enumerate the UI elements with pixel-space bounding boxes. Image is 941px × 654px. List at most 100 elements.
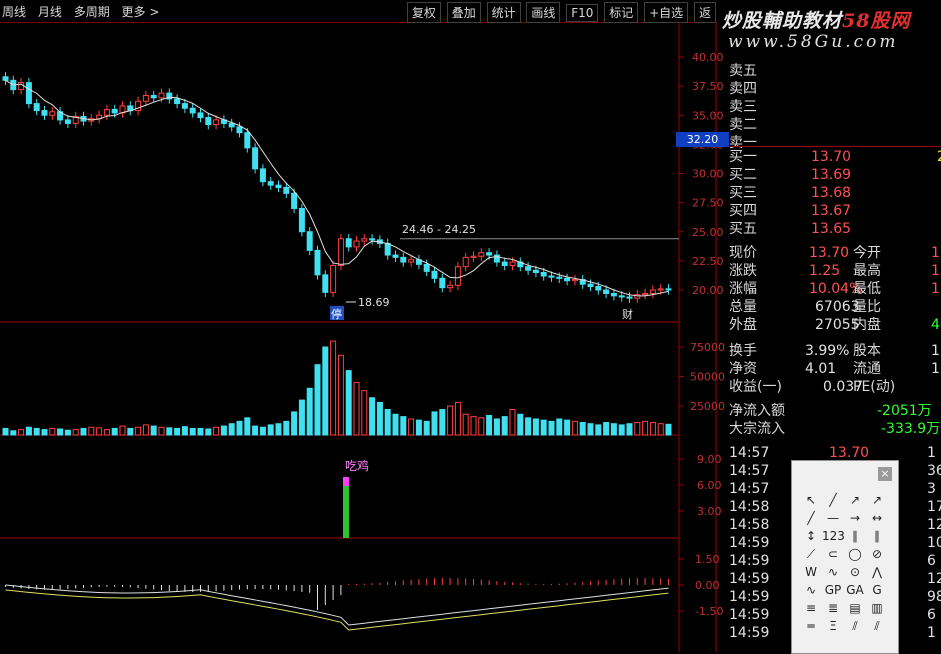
candle (158, 92, 165, 99)
draw-tools-grid: ↖ ╱ ↗ ↗ ╱ — → ↔ ↕ 123 ∥ ∥ ⟋ ⊂ ◯ ⊘ W ∿ ⊙ ⋀ ∿ GP GA G ≡ ≣ ▤ ▥ ═ Ξ ⫽ ⫽ (800, 491, 890, 635)
draw-tool-icon[interactable]: ╱ (800, 509, 822, 527)
candle (41, 110, 48, 116)
ind-tick-label: 9.00 (697, 453, 722, 466)
volume-bar (103, 429, 110, 436)
buy-row: 买五 13.65 (729, 221, 852, 237)
draw-tool-icon[interactable]: — (822, 509, 844, 527)
candle (64, 119, 71, 124)
volume-bar (415, 419, 422, 436)
volume-bar (361, 390, 368, 436)
stats-button[interactable]: 统计 (486, 2, 521, 23)
f10-button[interactable]: F10 (566, 4, 599, 22)
volume-bar (595, 424, 602, 436)
volume-bar (665, 423, 672, 436)
draw-tool-icon[interactable]: G (866, 581, 888, 599)
tab-monthly[interactable]: 月线 (38, 5, 62, 19)
buy-row: 买四 13.67 (729, 203, 852, 219)
tick-row: 14:59 6 (729, 553, 936, 569)
draw-tool-icon[interactable]: ∥ (844, 527, 866, 545)
draw-tool-icon[interactable]: ⫽ (844, 617, 866, 635)
volume-bar (228, 423, 235, 436)
draw-tool-icon[interactable]: → (844, 509, 866, 527)
draw-tool-icon[interactable]: ∥ (866, 527, 888, 545)
volume-bar (431, 411, 438, 436)
flow-row: 净流入额 -2051万 (729, 403, 932, 419)
tick-row: 14:59 12 (729, 571, 941, 587)
draw-tool-icon[interactable]: ⊙ (844, 563, 866, 581)
draw-tool-icon[interactable]: ↖ (800, 491, 822, 509)
flow-row: 大宗流入 -333.9万 (729, 421, 941, 437)
volume-bar (571, 420, 578, 436)
draw-tool-icon[interactable]: ⊘ (866, 545, 888, 563)
tick-row: 14:58176 (729, 499, 941, 515)
draw-tool-icon[interactable]: ↗ (844, 491, 866, 509)
draw-tool-icon[interactable]: ◯ (844, 545, 866, 563)
candle (244, 132, 251, 149)
price-tick-label: 35.00 (692, 109, 724, 122)
draw-tool-icon[interactable]: ▥ (866, 599, 888, 617)
draw-tool-icon[interactable]: ⊂ (822, 545, 844, 563)
draw-tool-icon[interactable]: ⫽ (866, 617, 888, 635)
volume-bar (439, 409, 446, 436)
draw-button[interactable]: 画线 (526, 2, 561, 23)
volume-bar (96, 427, 103, 436)
draw-tool-icon[interactable]: ═ (800, 617, 822, 635)
candlestick-series (2, 72, 672, 303)
tick-row: 14:59 1 (729, 625, 936, 641)
back-button[interactable]: 返 (693, 2, 716, 23)
add-favorite-button[interactable]: +自选 (644, 2, 689, 23)
draw-tool-icon[interactable]: GP (822, 581, 844, 599)
volume-bar (283, 420, 290, 436)
stat-row: 外盘27055内盘40 (729, 317, 941, 333)
volume-bar (49, 427, 56, 436)
volume-bar (579, 422, 586, 436)
candle (548, 275, 555, 278)
candle (642, 292, 649, 296)
tab-more[interactable]: 更多 > (122, 5, 160, 19)
tick-row: 14:59 98 (729, 589, 941, 605)
candle (181, 103, 188, 109)
draw-tool-icon[interactable]: GA (844, 581, 866, 599)
candle (306, 231, 313, 251)
volume-bar (618, 424, 625, 436)
mark-button[interactable]: 标记 (604, 2, 639, 23)
tab-multi-period[interactable]: 多周期 (74, 5, 110, 19)
draw-tool-icon[interactable]: ↔ (866, 509, 888, 527)
draw-tool-icon[interactable]: ⋀ (866, 563, 888, 581)
volume-bar (626, 423, 633, 436)
kline-chart[interactable]: 40.0037.5035.0032.5030.0027.5025.0022.50… (0, 22, 729, 652)
volume-bar (80, 427, 87, 436)
draw-tool-icon[interactable]: ↕ (800, 527, 822, 545)
volume-bar (314, 364, 321, 436)
draw-tool-icon[interactable]: ▤ (844, 599, 866, 617)
draw-tool-icon[interactable]: ╱ (822, 491, 844, 509)
adjust-button[interactable]: 复权 (406, 2, 441, 23)
candle (103, 108, 110, 116)
draw-tool-icon[interactable]: Ξ (822, 617, 844, 635)
draw-tool-icon[interactable]: W (800, 563, 822, 581)
draw-tool-icon[interactable]: ∿ (800, 581, 822, 599)
candle (454, 266, 461, 286)
candle (587, 283, 594, 288)
tick-row: 14:59 10 (729, 535, 941, 551)
volume-bar (267, 424, 274, 436)
candle (564, 277, 571, 282)
draw-tool-icon[interactable]: ≡ (800, 599, 822, 617)
stat-row: 现价 13.70 今开 1 (729, 245, 940, 261)
volume-bar (111, 427, 118, 436)
draw-tool-icon[interactable]: ≣ (822, 599, 844, 617)
stat-row: 总量 67063 量比 (729, 299, 881, 315)
overlay-button[interactable]: 叠加 (446, 2, 481, 23)
draw-tool-icon[interactable]: ⟋ (800, 545, 822, 563)
candle (322, 274, 329, 293)
draw-tool-icon[interactable]: ↗ (866, 491, 888, 509)
volume-bar (33, 427, 40, 436)
watermark-line1: 炒股輔助教材58股网 (722, 10, 911, 32)
volume-bar (197, 427, 204, 436)
volume-bar (259, 426, 266, 436)
draw-tool-icon[interactable]: ∿ (822, 563, 844, 581)
tab-weekly[interactable]: 周线 (2, 5, 26, 19)
close-icon[interactable]: × (878, 467, 892, 481)
draw-tool-icon[interactable]: 123 (822, 527, 845, 545)
candle (189, 107, 196, 114)
